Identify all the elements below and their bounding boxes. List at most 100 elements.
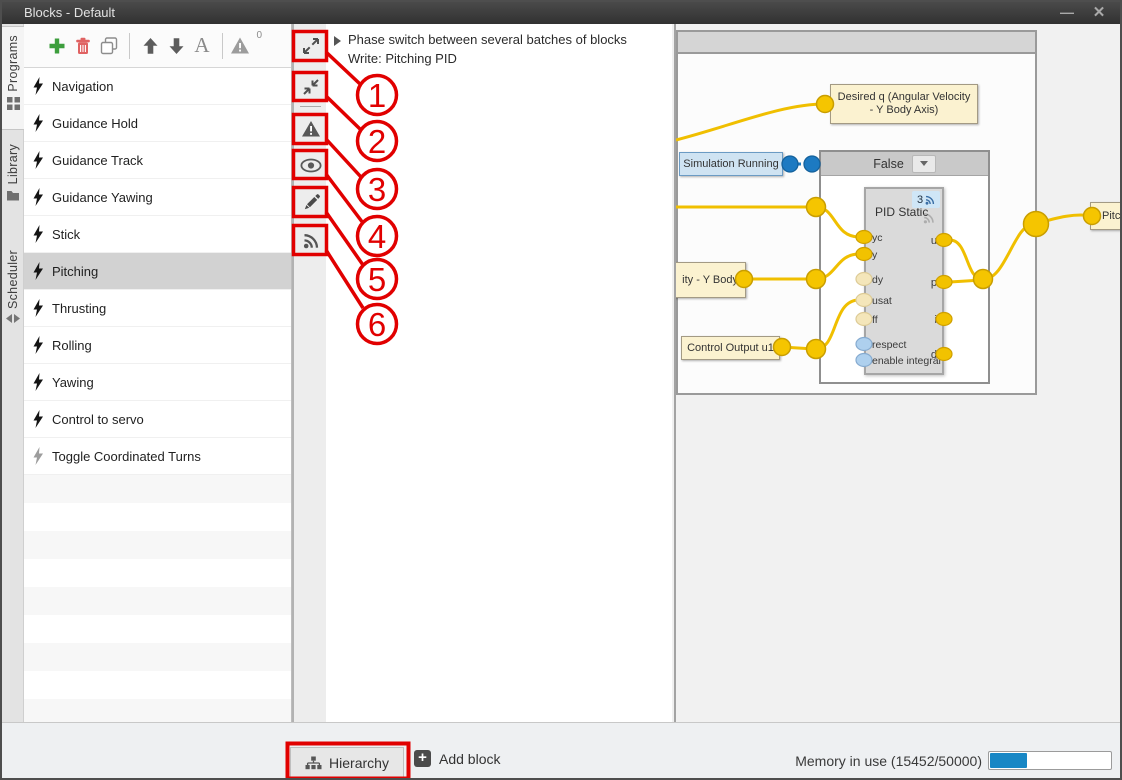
lightning-icon [32, 410, 44, 428]
collapse-all-button[interactable] [297, 74, 325, 100]
rail-tab-library[interactable]: Library [2, 136, 24, 236]
program-row[interactable]: Thrusting [24, 290, 291, 327]
lightning-icon [32, 299, 44, 317]
lightning-icon [32, 77, 44, 95]
pid-input-label: usat [872, 295, 892, 307]
program-row[interactable]: Rolling [24, 327, 291, 364]
rail-tab-scheduler[interactable]: Scheduler [2, 242, 24, 362]
memory-progress-bar [988, 751, 1112, 770]
program-label: Guidance Track [52, 153, 143, 168]
move-up-button[interactable] [137, 32, 163, 60]
memory-progress-fill [990, 753, 1027, 768]
hierarchy-label: Hierarchy [329, 755, 389, 771]
left-right-arrows-icon [6, 314, 20, 323]
node-pitch[interactable]: Pitch [1090, 202, 1122, 230]
tool-column [292, 24, 326, 744]
program-label: Stick [52, 227, 80, 242]
program-label: Navigation [52, 79, 113, 94]
node-desired-q[interactable]: Desired q (Angular Velocity - Y Body Axi… [830, 84, 978, 124]
program-list-panel: A 0 Navigation Guidance Hold Guidance Tr… [24, 24, 292, 744]
lightning-icon [32, 373, 44, 391]
signal-count: 3 [917, 194, 923, 206]
program-row[interactable]: Guidance Yawing [24, 179, 291, 216]
program-row[interactable]: Guidance Track [24, 142, 291, 179]
rss-icon [923, 212, 935, 224]
program-label: Control to servo [52, 412, 144, 427]
warning-count-badge: 0 [256, 30, 262, 41]
plus-icon: + [414, 750, 431, 767]
node-label: Simulation Running [683, 158, 778, 171]
node-velocity-y-body[interactable]: ity - Y Body [674, 262, 746, 298]
hierarchy-button[interactable]: Hierarchy [290, 747, 404, 779]
title-bar: Blocks - Default — ✕ [2, 2, 1120, 24]
pid-output-label: i [935, 314, 937, 326]
block-description: Write: Pitching PID [348, 51, 457, 66]
program-row-selected[interactable]: Pitching [24, 253, 291, 290]
minimize-button[interactable]: — [1054, 3, 1080, 23]
graph-canvas[interactable]: False PID Static 3 yc y dy usat ff respe… [674, 24, 1122, 744]
empty-rows [24, 475, 291, 744]
lightning-icon [32, 225, 44, 243]
lightning-icon [32, 336, 44, 354]
rail-tab-label: Library [6, 144, 20, 184]
description-panel: Phase switch between several batches of … [326, 24, 672, 744]
delete-program-button[interactable] [70, 32, 96, 60]
node-label: Desired q (Angular Velocity - Y Body Axi… [837, 91, 971, 117]
program-row[interactable]: Stick [24, 216, 291, 253]
phase-description: Phase switch between several batches of … [348, 32, 627, 47]
signals-button[interactable] [297, 227, 325, 253]
node-label: Control Output u1 [687, 342, 774, 355]
pid-signal-badge[interactable]: 3 [912, 191, 940, 208]
pid-input-label: yc [872, 232, 883, 244]
toolbar-separator [222, 33, 223, 59]
lightning-icon [32, 262, 44, 280]
expand-all-button[interactable] [297, 33, 325, 59]
show-warnings-button[interactable] [297, 116, 325, 142]
phase-container-header[interactable] [678, 32, 1035, 54]
tool-separator [300, 106, 321, 107]
visibility-button[interactable] [297, 152, 325, 178]
program-label: Toggle Coordinated Turns [52, 449, 201, 464]
edit-button[interactable] [297, 189, 325, 215]
add-block-button[interactable]: + Add block [414, 750, 500, 767]
program-row[interactable]: Navigation [24, 68, 291, 105]
node-label: Pitch [1102, 210, 1122, 223]
pid-input-label: y [872, 249, 877, 261]
memory-label: Memory in use (15452/50000) [795, 753, 982, 769]
lightning-icon [32, 151, 44, 169]
warning-icon [301, 120, 321, 138]
disclosure-triangle-icon[interactable] [334, 36, 341, 46]
grid-icon [7, 97, 20, 110]
hierarchy-icon [305, 756, 322, 771]
pid-input-label: ff [872, 314, 878, 326]
program-label: Rolling [52, 338, 92, 353]
switch-dropdown-button[interactable] [912, 155, 936, 173]
duplicate-program-button[interactable] [96, 32, 122, 60]
switch-value: False [873, 157, 904, 171]
program-label: Thrusting [52, 301, 106, 316]
program-row[interactable]: Guidance Hold [24, 105, 291, 142]
node-simulation-running[interactable]: Simulation Running [679, 152, 783, 176]
rail-tab-programs[interactable]: Programs [2, 26, 24, 130]
pid-static-block[interactable]: PID Static 3 yc y dy usat ff respect ena… [864, 187, 944, 375]
add-program-button[interactable] [44, 32, 70, 60]
warnings-button[interactable]: 0 [230, 32, 262, 60]
program-row[interactable]: Control to servo [24, 401, 291, 438]
close-button[interactable]: ✕ [1086, 3, 1112, 23]
program-label: Pitching [52, 264, 98, 279]
node-label: ity - Y Body [682, 274, 738, 287]
program-row[interactable]: Yawing [24, 364, 291, 401]
chevron-down-icon [920, 161, 928, 166]
switch-header: False [821, 152, 988, 176]
rail-tab-label: Scheduler [6, 250, 20, 309]
side-rail: Programs Library Scheduler [2, 24, 24, 744]
eye-icon [300, 158, 322, 173]
rename-button[interactable]: A [189, 32, 215, 60]
program-label: Guidance Hold [52, 116, 138, 131]
move-down-button[interactable] [163, 32, 189, 60]
pid-output-label: p [931, 277, 937, 289]
node-control-output-u1[interactable]: Control Output u1 [681, 336, 780, 360]
letter-a-icon: A [194, 35, 209, 56]
program-row-disabled[interactable]: Toggle Coordinated Turns [24, 438, 291, 475]
rail-tab-label: Programs [6, 35, 20, 92]
